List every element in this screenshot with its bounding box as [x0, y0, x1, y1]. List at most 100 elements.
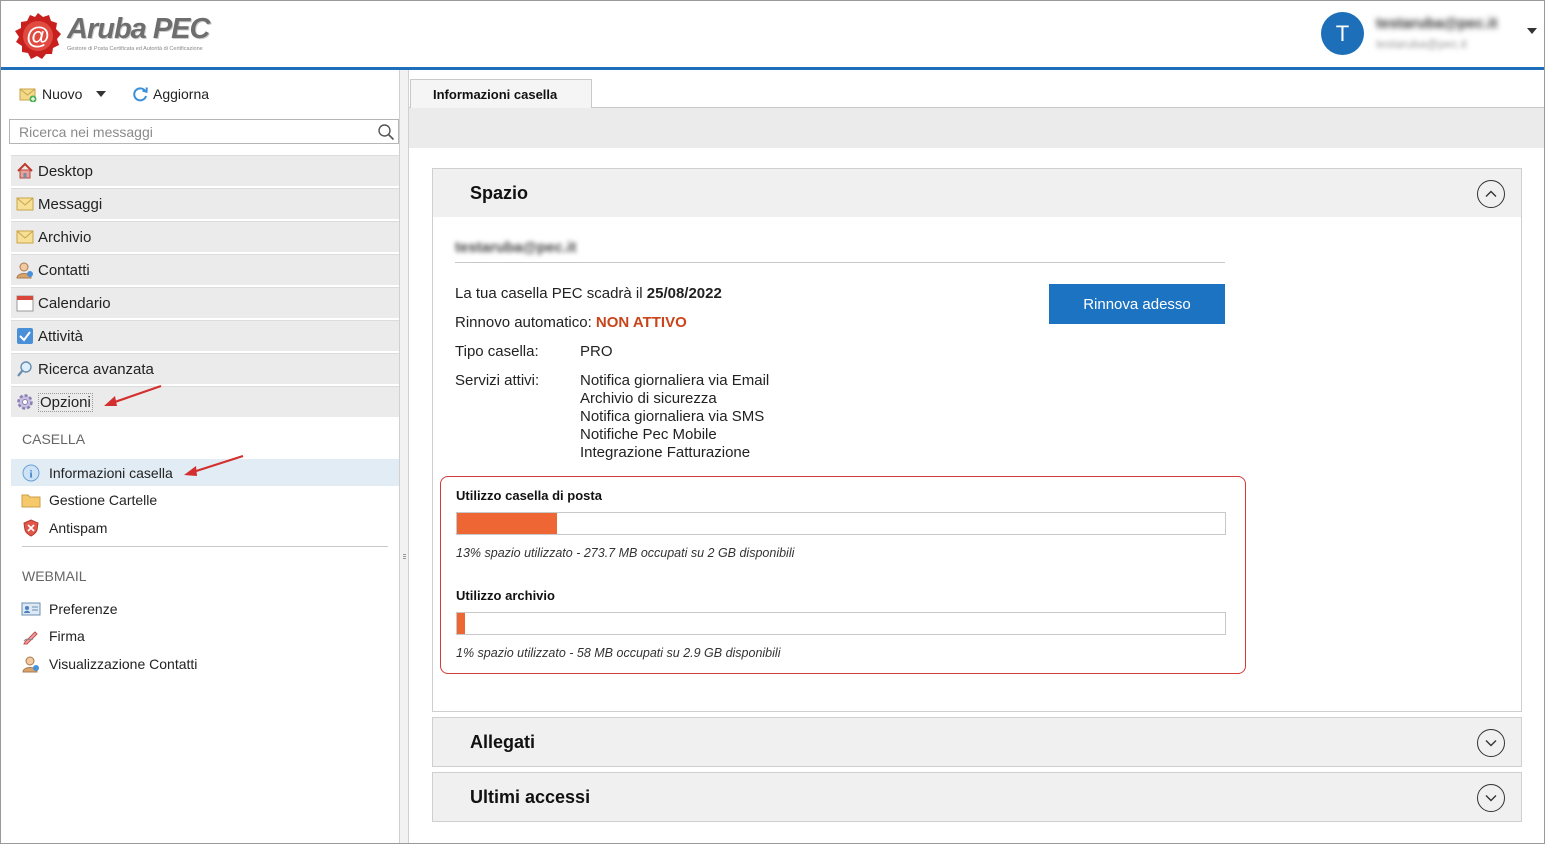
sub-item-contacts-view[interactable]: Visualizzazione Contatti	[11, 650, 399, 677]
sub-item-preferences[interactable]: Preferenze	[11, 595, 399, 622]
nav-item-label: Calendario	[38, 294, 111, 312]
panel-header-allegati[interactable]: Allegati	[433, 718, 1521, 766]
panel-title: Allegati	[470, 731, 536, 752]
splitter-grip[interactable]	[403, 554, 406, 560]
service-item: Notifiche Pec Mobile	[580, 426, 717, 443]
nav-item-label: Opzioni	[38, 392, 93, 412]
preferences-card-icon	[21, 599, 41, 619]
chevron-down-icon[interactable]	[1527, 28, 1537, 34]
auto-renew-status: NON ATTIVO	[595, 314, 687, 331]
chevron-down-icon[interactable]	[1477, 729, 1505, 757]
mailbox-address: testaruba@pec.it	[455, 239, 577, 256]
refresh-button[interactable]: Aggiorna	[131, 84, 209, 104]
type-row: Tipo casella: PRO	[455, 343, 755, 360]
search-icon[interactable]	[377, 123, 395, 141]
archive-usage-bar	[456, 612, 1226, 635]
panel-title: Ultimi accessi	[470, 786, 591, 807]
nav-item-label: Archivio	[38, 228, 92, 246]
new-button-label: Nuovo	[42, 86, 83, 102]
panel-allegati: Allegati	[432, 717, 1522, 767]
nav-item-calendar[interactable]: Calendario	[11, 287, 399, 318]
tab-bar: Informazioni casella	[409, 70, 1544, 109]
tab-mailbox-info[interactable]: Informazioni casella	[410, 79, 592, 109]
sub-item-label: Visualizzazione Contatti	[49, 655, 198, 672]
info-icon: i	[21, 463, 41, 483]
svg-text:i: i	[29, 468, 32, 480]
sub-item-folders[interactable]: Gestione Cartelle	[11, 486, 399, 513]
mailbox-usage-bar	[456, 512, 1226, 535]
sub-item-signature[interactable]: Firma	[11, 622, 399, 649]
services-row: Servizi attivi: Notifica giornaliera via…	[455, 372, 855, 462]
mailbox-usage-title: Utilizzo casella di posta	[456, 488, 602, 503]
type-value: PRO	[580, 343, 613, 360]
section-title-casella: CASELLA	[22, 431, 86, 447]
service-item: Notifica giornaliera via SMS	[580, 408, 765, 425]
magnifier-icon	[16, 360, 34, 378]
mailbox-address-line: testaruba@pec.it	[455, 239, 1225, 263]
svg-text:@: @	[26, 23, 49, 50]
sidebar-divider	[22, 546, 388, 547]
aruba-pec-logo: @ Aruba PEC Gestore di Posta Certificata…	[11, 9, 241, 61]
shield-icon	[21, 518, 41, 538]
nav-item-tasks[interactable]: Attività	[11, 320, 399, 351]
annotation-arrow-icon	[184, 454, 244, 476]
user-name[interactable]: testaruba@pec.it	[1376, 15, 1497, 32]
panel-header-ultimi-accessi[interactable]: Ultimi accessi	[433, 773, 1521, 821]
refresh-button-label: Aggiorna	[153, 86, 210, 102]
panel-spazio: Spazio testaruba@pec.it La tua casella P…	[432, 168, 1522, 712]
new-button[interactable]: Nuovo	[19, 84, 107, 104]
archive-usage-fill	[457, 613, 465, 634]
refresh-icon	[133, 87, 148, 102]
nav-item-messages[interactable]: Messaggi	[11, 188, 399, 219]
sub-item-antispam[interactable]: Antispam	[11, 514, 399, 541]
pen-icon	[21, 626, 41, 646]
gear-icon	[16, 393, 34, 411]
header: @ Aruba PEC Gestore di Posta Certificata…	[1, 1, 1544, 67]
content-area: Spazio testaruba@pec.it La tua casella P…	[409, 148, 1544, 843]
chevron-down-icon[interactable]	[96, 91, 107, 97]
nav-item-desktop[interactable]: Desktop	[11, 155, 399, 186]
chevron-down-icon[interactable]	[1477, 784, 1505, 812]
content-header-strip	[409, 108, 1544, 148]
logo-subtitle: Gestore di Posta Certificata ed Autorità…	[67, 46, 203, 52]
usage-box: Utilizzo casella di posta 13% spazio uti…	[440, 476, 1246, 674]
annotation-arrow-icon	[104, 384, 162, 406]
contacts-icon	[21, 654, 41, 674]
nav-item-label: Desktop	[38, 162, 94, 180]
auto-renew-label: Rinnovo automatico:	[455, 314, 596, 331]
nav-item-archive[interactable]: Archivio	[11, 221, 399, 252]
folder-icon	[21, 490, 41, 510]
panel-header-spazio[interactable]: Spazio	[433, 169, 1521, 217]
home-icon	[16, 162, 34, 180]
user-avatar[interactable]: T	[1321, 12, 1364, 55]
envelope-icon	[16, 195, 34, 213]
sub-item-label: Antispam	[49, 519, 108, 536]
seal-icon: @	[15, 13, 61, 59]
nav-item-label: Contatti	[38, 261, 90, 279]
logo-wordmark: Aruba PEC	[67, 13, 210, 45]
sub-item-label: Gestione Cartelle	[49, 491, 158, 508]
nav-item-advanced-search[interactable]: Ricerca avanzata	[11, 353, 399, 384]
nav-item-contacts[interactable]: Contatti	[11, 254, 399, 285]
sub-item-label: Firma	[49, 627, 85, 644]
renew-now-button[interactable]: Rinnova adesso	[1049, 284, 1225, 324]
expiry-row: La tua casella PEC scadrà il 25/08/2022	[455, 285, 722, 302]
nav-item-options[interactable]: Opzioni	[11, 386, 399, 417]
nav-item-label: Attività	[38, 327, 84, 345]
search-input[interactable]	[10, 120, 398, 143]
service-item: Archivio di sicurezza	[580, 390, 717, 407]
nav-item-label: Ricerca avanzata	[38, 360, 154, 378]
type-label: Tipo casella:	[455, 343, 539, 360]
services-label: Servizi attivi:	[455, 372, 540, 389]
sub-item-label: Informazioni casella	[49, 464, 173, 481]
sidebar: Nuovo Aggiorna Desktop	[1, 70, 407, 843]
search-box	[9, 119, 399, 144]
main-content: Informazioni casella Spazio testaruba@pe…	[409, 70, 1544, 843]
expiry-label: La tua casella PEC scadrà il	[455, 285, 647, 302]
chevron-up-icon[interactable]	[1477, 180, 1505, 208]
mailbox-usage-note: 13% spazio utilizzato - 273.7 MB occupat…	[456, 546, 795, 560]
app-window: @ Aruba PEC Gestore di Posta Certificata…	[0, 0, 1545, 844]
sidebar-splitter[interactable]	[399, 70, 409, 843]
panel-ultimi-accessi: Ultimi accessi	[432, 772, 1522, 822]
nav-list: Desktop Messaggi Archivio Contatti Calen…	[11, 155, 399, 419]
